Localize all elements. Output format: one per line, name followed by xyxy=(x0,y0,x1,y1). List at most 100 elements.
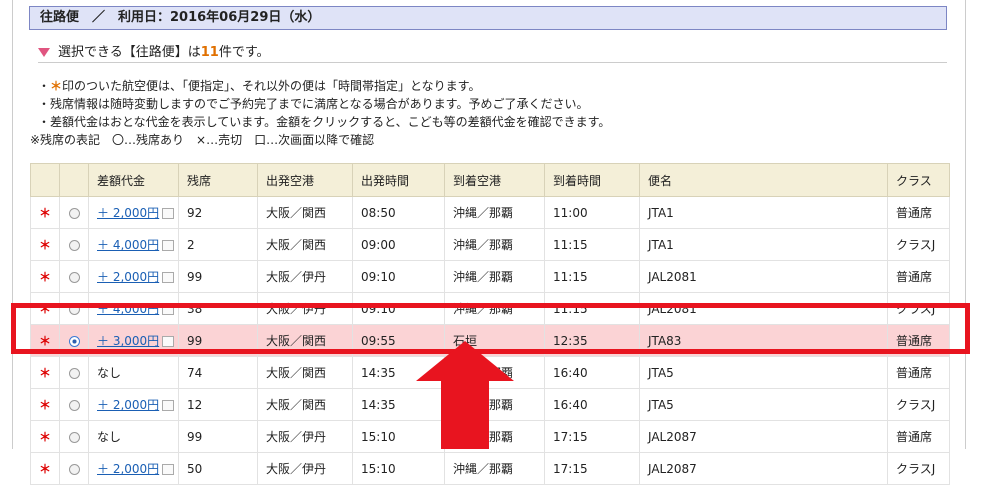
departure-cell: 大阪／関西 xyxy=(257,356,353,389)
departure-cell: 大阪／関西 xyxy=(257,388,353,421)
price-cell: ＋ 2,000円 xyxy=(88,260,179,293)
class-cell: クラスJ xyxy=(887,228,950,261)
price-text: なし xyxy=(97,366,122,380)
price-cell: ＋ 2,000円 xyxy=(88,196,179,229)
arrival-time-cell: 11:15 xyxy=(544,260,640,293)
details-icon[interactable] xyxy=(162,240,175,251)
price-cell: ＋ 2,000円 xyxy=(88,452,179,485)
arrival-time-cell: 16:40 xyxy=(544,356,640,389)
select-radio[interactable] xyxy=(68,431,80,443)
seats-cell: 99 xyxy=(178,260,258,293)
count-prefix: 選択できる【往路便】は xyxy=(58,45,201,60)
col-select xyxy=(59,163,89,197)
triangle-icon xyxy=(38,48,50,57)
seats-cell: 74 xyxy=(178,356,258,389)
col-departure-time: 出発時間 xyxy=(352,163,445,197)
class-cell: 普通席 xyxy=(887,356,950,389)
flight-designated-icon: ＊ xyxy=(30,356,60,389)
price-link[interactable]: ＋ 2,000円 xyxy=(97,206,159,220)
flight-cell: JTA1 xyxy=(639,228,888,261)
departure-cell: 大阪／伊丹 xyxy=(257,452,353,485)
notes: ・＊印のついた航空便は、「便指定」、それ以外の便は「時間帯指定」となります。 ・… xyxy=(30,77,950,149)
price-text: なし xyxy=(97,430,122,444)
class-cell: クラスJ xyxy=(887,452,950,485)
col-class: クラス xyxy=(887,163,950,197)
price-cell: ＋ 4,000円 xyxy=(88,228,179,261)
table-row[interactable]: ＊ ＋ 2,000円 50 大阪／伊丹 15:10 沖縄／那覇 17:15 JAL2087 クラ… xyxy=(30,452,950,485)
up-arrow-annotation-icon xyxy=(416,341,514,449)
note-2: ・残席情報は随時変動しますのでご予約完了までに満席となる場合があります。予めご了… xyxy=(38,97,589,111)
note-3: ・差額代金はおとな代金を表示しています。金額をクリックすると、こども等の差額代金… xyxy=(38,115,611,129)
flight-designated-icon: ＊ xyxy=(30,420,60,453)
class-cell: 普通席 xyxy=(887,260,950,293)
flight-cell: JTA5 xyxy=(639,356,888,389)
col-price: 差額代金 xyxy=(88,163,179,197)
page-title: 往路便 ／ 利用日：2016年06月29日（水） xyxy=(29,6,947,30)
price-cell: なし xyxy=(88,356,179,389)
arrival-cell: 沖縄／那覇 xyxy=(444,228,545,261)
note-bullet: ・ xyxy=(38,79,51,93)
departure-time-cell: 09:10 xyxy=(352,260,445,293)
arrival-time-cell: 17:15 xyxy=(544,420,640,453)
details-icon[interactable] xyxy=(162,208,175,219)
departure-cell: 大阪／伊丹 xyxy=(257,260,353,293)
col-seats: 残席 xyxy=(178,163,258,197)
count-suffix: 件です。 xyxy=(218,45,270,60)
col-arrival-time: 到着時間 xyxy=(544,163,640,197)
arrival-time-cell: 17:15 xyxy=(544,452,640,485)
table-row[interactable]: ＊ ＋ 4,000円 2 大阪／関西 09:00 沖縄／那覇 11:15 JTA1 クラスJ xyxy=(30,228,950,261)
table-header: 差額代金 残席 出発空港 出発時間 到着空港 到着時間 便名 クラス xyxy=(30,163,950,197)
price-link[interactable]: ＋ 2,000円 xyxy=(97,398,159,412)
seat-legend: ※残席の表記 〇…残席あり ×…売切 口…次画面以降で確認 xyxy=(30,133,375,147)
price-link[interactable]: ＋ 2,000円 xyxy=(97,270,159,284)
col-mark xyxy=(30,163,60,197)
seats-cell: 50 xyxy=(178,452,258,485)
departure-time-cell: 09:00 xyxy=(352,228,445,261)
details-icon[interactable] xyxy=(162,272,175,283)
select-radio[interactable] xyxy=(68,239,80,251)
arrival-time-cell: 16:40 xyxy=(544,388,640,421)
select-radio[interactable] xyxy=(68,367,80,379)
departure-time-cell: 15:10 xyxy=(352,452,445,485)
flight-cell: JTA1 xyxy=(639,196,888,229)
arrival-cell: 沖縄／那覇 xyxy=(444,260,545,293)
col-flight: 便名 xyxy=(639,163,888,197)
select-radio[interactable] xyxy=(68,463,80,475)
note-1: 印のついた航空便は、「便指定」、それ以外の便は「時間帯指定」となります。 xyxy=(62,79,481,93)
arrival-time-cell: 11:15 xyxy=(544,228,640,261)
table-row[interactable]: ＊ ＋ 2,000円 99 大阪／伊丹 09:10 沖縄／那覇 11:15 JAL2081 普通… xyxy=(30,260,950,293)
flight-cell: JTA5 xyxy=(639,388,888,421)
count-number: 11 xyxy=(200,45,219,60)
flight-designated-icon: ＊ xyxy=(30,196,60,229)
arrival-time-cell: 11:00 xyxy=(544,196,640,229)
flight-designated-icon: ＊ xyxy=(30,260,60,293)
price-link[interactable]: ＋ 4,000円 xyxy=(97,238,159,252)
seats-cell: 92 xyxy=(178,196,258,229)
flight-designated-icon: ＊ xyxy=(30,228,60,261)
class-cell: 普通席 xyxy=(887,196,950,229)
flight-count: 選択できる【往路便】は11件です。 xyxy=(38,41,947,63)
departure-cell: 大阪／伊丹 xyxy=(257,420,353,453)
price-cell: ＋ 2,000円 xyxy=(88,388,179,421)
table-row[interactable]: ＊ ＋ 2,000円 92 大阪／関西 08:50 沖縄／那覇 11:00 JTA1 普通席 xyxy=(30,196,950,229)
seats-cell: 12 xyxy=(178,388,258,421)
seats-cell: 2 xyxy=(178,228,258,261)
col-departure: 出発空港 xyxy=(257,163,353,197)
arrival-cell: 沖縄／那覇 xyxy=(444,196,545,229)
departure-cell: 大阪／関西 xyxy=(257,196,353,229)
flight-designated-icon: ＊ xyxy=(30,452,60,485)
class-cell: クラスJ xyxy=(887,388,950,421)
select-radio[interactable] xyxy=(68,399,80,411)
flight-cell: JAL2087 xyxy=(639,420,888,453)
seats-cell: 99 xyxy=(178,420,258,453)
select-radio[interactable] xyxy=(68,271,80,283)
select-radio[interactable] xyxy=(68,207,80,219)
details-icon[interactable] xyxy=(162,464,175,475)
flight-cell: JAL2081 xyxy=(639,260,888,293)
class-cell: 普通席 xyxy=(887,420,950,453)
arrival-cell: 沖縄／那覇 xyxy=(444,452,545,485)
details-icon[interactable] xyxy=(162,400,175,411)
flight-designated-icon: ＊ xyxy=(30,388,60,421)
price-link[interactable]: ＋ 2,000円 xyxy=(97,462,159,476)
asterisk-icon: ＊ xyxy=(50,79,63,93)
